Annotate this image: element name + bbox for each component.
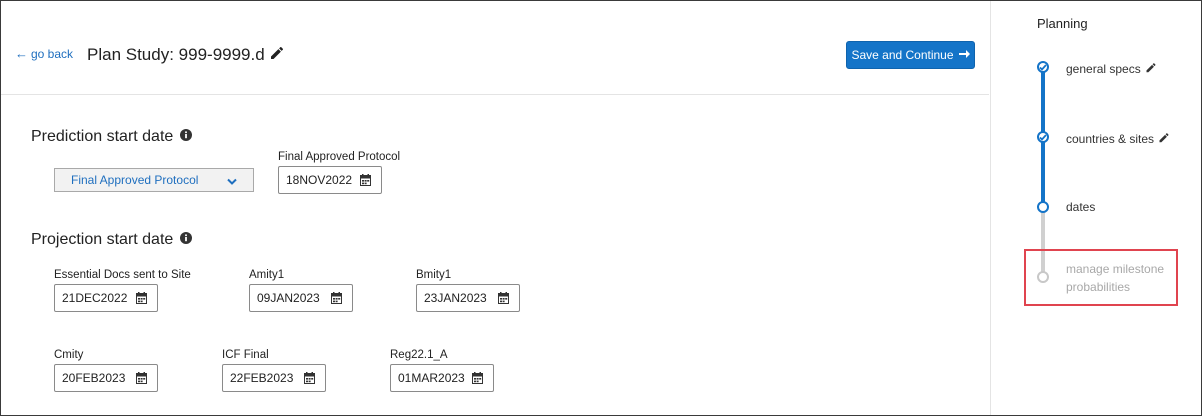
calendar-icon[interactable] [136, 292, 147, 307]
step-general-specs[interactable]: general specs [1066, 61, 1157, 76]
bmity1-date-input[interactable]: 23JAN2023 [416, 284, 520, 312]
pencil-icon[interactable] [1158, 131, 1170, 146]
planning-panel: Planning general specs countries & sites… [990, 1, 1201, 415]
calendar-icon[interactable] [304, 372, 315, 387]
date-value: 21DEC2022 [62, 291, 128, 305]
calendar-icon[interactable] [498, 292, 509, 307]
page-header: ← go back Plan Study: 999-9999.d Save an… [1, 1, 989, 95]
step-label: dates [1066, 200, 1096, 214]
planning-title: Planning [1037, 16, 1088, 31]
field-label: Amity1 [249, 269, 285, 281]
step-countries-check-icon [1037, 131, 1049, 143]
pencil-icon[interactable] [269, 44, 285, 65]
essential-docs-date-input[interactable]: 21DEC2022 [54, 284, 158, 312]
date-value: 09JAN2023 [257, 291, 320, 305]
arrow-right-icon [958, 48, 970, 62]
prediction-title-text: Prediction start date [31, 128, 174, 145]
page-title-text: Plan Study: 999-9999.d [87, 44, 265, 64]
prediction-source-value: Final Approved Protocol [71, 173, 199, 187]
reg22-date-input[interactable]: 01MAR2023 [390, 364, 494, 392]
calendar-icon[interactable] [472, 372, 483, 387]
projection-title-text: Projection start date [31, 231, 174, 248]
step-label: countries & sites [1066, 131, 1155, 146]
field-label: Cmity [54, 349, 84, 361]
prediction-field-label: Final Approved Protocol [278, 151, 401, 163]
step-dates-circle-icon [1037, 201, 1049, 213]
prediction-source-select[interactable]: Final Approved Protocol [54, 168, 254, 192]
prediction-date-input[interactable]: 18NOV2022 [278, 166, 382, 194]
step-label: general specs [1066, 61, 1141, 76]
step-general-specs-check-icon [1037, 61, 1049, 73]
date-value: 20FEB2023 [62, 371, 126, 385]
field-label: ICF Final [222, 349, 269, 361]
cmity-date-input[interactable]: 20FEB2023 [54, 364, 158, 392]
save-button-label: Save and Continue [851, 48, 954, 62]
amity1-date-input[interactable]: 09JAN2023 [249, 284, 353, 312]
info-icon[interactable] [180, 231, 193, 249]
calendar-icon[interactable] [136, 372, 147, 387]
prediction-section-title: Prediction start date [31, 128, 193, 146]
arrow-left-icon: ← [15, 46, 28, 61]
step-countries-sites[interactable]: countries & sites [1066, 131, 1170, 146]
calendar-icon[interactable] [360, 174, 371, 189]
icf-final-date-input[interactable]: 22FEB2023 [222, 364, 326, 392]
calendar-icon[interactable] [331, 292, 342, 307]
field-label: Reg22.1_A [390, 349, 448, 361]
chevron-down-icon [227, 175, 237, 189]
go-back-label: go back [31, 47, 74, 61]
field-label: Essential Docs sent to Site [54, 269, 191, 281]
save-and-continue-button[interactable]: Save and Continue [846, 41, 975, 69]
page-title: Plan Study: 999-9999.d [87, 44, 285, 65]
highlight-box [1024, 249, 1178, 306]
info-icon[interactable] [180, 128, 193, 146]
go-back-link[interactable]: ← go back [15, 47, 73, 61]
date-value: 23JAN2023 [424, 291, 487, 305]
field-label: Bmity1 [416, 269, 452, 281]
pencil-icon[interactable] [1145, 61, 1157, 76]
date-value: 22FEB2023 [230, 371, 294, 385]
step-dates[interactable]: dates [1066, 200, 1095, 214]
date-value: 01MAR2023 [398, 371, 465, 385]
prediction-date-value: 18NOV2022 [286, 173, 353, 187]
projection-section-title: Projection start date [31, 231, 193, 249]
